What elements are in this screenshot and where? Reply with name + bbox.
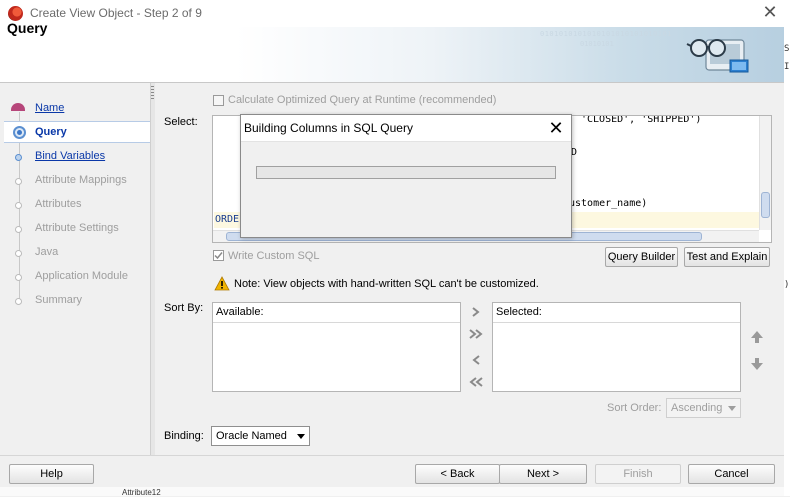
nav-step-summary: Summary (4, 290, 150, 312)
step-dot-icon (15, 154, 22, 161)
selected-columns-list[interactable]: Selected: (492, 302, 741, 392)
splitter-grip (151, 98, 154, 99)
nav-step-label: Summary (35, 294, 83, 306)
background-window-edge (784, 27, 790, 496)
nav-step-attribute-mappings: Attribute Mappings (4, 170, 150, 192)
banner-binary-decoration-2: 01010101 (580, 40, 614, 48)
sql-line: ustomer_name) (569, 198, 648, 209)
sql-line: ORDE (215, 214, 240, 225)
progress-dialog: Building Columns in SQL Query ✕ (240, 114, 572, 238)
page-title: Query (7, 20, 48, 36)
binding-select[interactable]: Oracle Named (211, 426, 310, 446)
move-all-left-icon[interactable] (468, 376, 484, 388)
caret-down-icon (297, 434, 305, 439)
step-dot-icon (15, 226, 22, 233)
nav-step-attribute-settings: Attribute Settings (4, 218, 150, 240)
header-divider (0, 82, 784, 83)
available-columns-list[interactable]: Available: (212, 302, 461, 392)
select-label: Select: (164, 116, 198, 128)
nav-step-label: Application Module (35, 270, 128, 282)
back-button[interactable]: < Back (415, 464, 500, 484)
finish-button[interactable]: Finish (595, 464, 681, 484)
splitter-grip (151, 92, 154, 93)
nav-step-bind-variables[interactable]: Bind Variables (4, 146, 150, 168)
help-button[interactable]: Help (9, 464, 94, 484)
close-icon[interactable]: ✕ (546, 117, 566, 139)
step-complete-marker-icon (11, 103, 25, 111)
nav-step-label: Attribute Settings (35, 222, 119, 234)
cancel-button[interactable]: Cancel (688, 464, 775, 484)
warning-icon (214, 276, 230, 291)
calc-optimized-label: Calculate Optimized Query at Runtime (re… (228, 94, 497, 106)
app-icon (8, 6, 23, 21)
step-dot-icon (15, 202, 22, 209)
sql-vertical-scroll-thumb[interactable] (761, 192, 770, 218)
sort-order-select[interactable]: Ascending (666, 398, 741, 418)
caret-down-icon (728, 406, 736, 411)
wizard-step-nav: Name Query Bind Variables Attribute Mapp… (4, 96, 150, 452)
edge-text: S (784, 44, 790, 54)
splitter-grip (151, 86, 154, 87)
checkmark-icon (214, 252, 223, 260)
nav-step-label: Bind Variables (35, 150, 106, 162)
panel-splitter[interactable] (150, 83, 155, 455)
close-icon[interactable]: ✕ (762, 3, 778, 21)
nav-step-attributes: Attributes (4, 194, 150, 216)
move-down-icon[interactable] (750, 357, 764, 371)
nav-step-label: Query (35, 126, 67, 138)
nav-step-label: Name (35, 102, 65, 114)
step-dot-icon (15, 298, 22, 305)
current-step-icon-dot (17, 130, 22, 135)
test-and-explain-button[interactable]: Test and Explain (684, 247, 770, 267)
footer-divider (0, 455, 784, 456)
nav-step-application-module: Application Module (4, 266, 150, 288)
sort-by-label: Sort By: (164, 302, 204, 314)
query-builder-button[interactable]: Query Builder (605, 247, 678, 267)
dialog-title: Building Columns in SQL Query (244, 121, 413, 135)
nav-step-label: Attribute Mappings (35, 174, 127, 186)
move-all-right-icon[interactable] (468, 328, 484, 340)
write-custom-sql-label: Write Custom SQL (228, 250, 320, 262)
splitter-grip (151, 89, 154, 90)
binding-value: Oracle Named (216, 430, 287, 442)
sort-order-label: Sort Order: (607, 402, 662, 414)
step-dot-icon (15, 178, 22, 185)
move-right-icon[interactable] (470, 306, 482, 318)
custom-sql-note: Note: View objects with hand-written SQL… (234, 278, 539, 290)
step-dot-icon (15, 250, 22, 257)
nav-step-name[interactable]: Name (4, 98, 150, 120)
progress-bar (256, 166, 556, 179)
move-up-icon[interactable] (750, 330, 764, 344)
edge-text: I (784, 62, 790, 72)
step-dot-icon (15, 274, 22, 281)
write-custom-sql-checkbox[interactable] (213, 250, 224, 261)
window-title: Create View Object - Step 2 of 9 (30, 6, 202, 20)
edge-text: ) (784, 280, 790, 290)
background-window-strip (0, 487, 784, 496)
nav-step-label: Java (35, 246, 59, 258)
next-button[interactable]: Next > (499, 464, 587, 484)
nav-step-java: Java (4, 242, 150, 264)
selected-header: Selected: (493, 303, 740, 323)
splitter-grip (151, 95, 154, 96)
calc-optimized-checkbox[interactable] (213, 95, 224, 106)
banner-glasses-icon (686, 39, 749, 73)
sql-line: 'CLOSED', 'SHIPPED') (581, 115, 702, 125)
dialog-divider (241, 141, 571, 142)
available-header: Available: (213, 303, 460, 323)
move-left-icon[interactable] (470, 354, 482, 366)
nav-step-label: Attributes (35, 198, 82, 210)
banner-binary-decoration: 0101010101010101010101010101 (540, 30, 673, 38)
binding-label: Binding: (164, 430, 204, 442)
sort-order-value: Ascending (671, 402, 723, 414)
